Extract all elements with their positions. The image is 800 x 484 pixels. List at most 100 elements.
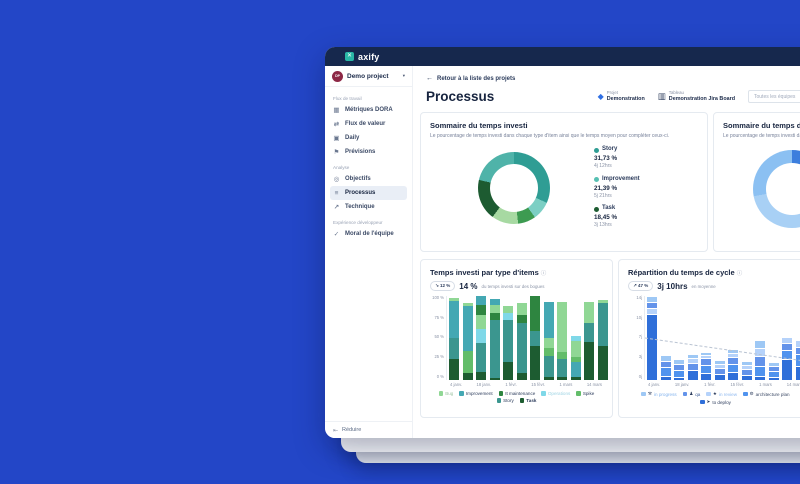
sidebar-item-processus[interactable]: ≡ Processus (330, 186, 407, 200)
bar-segment-improvement[interactable] (544, 302, 554, 338)
stacked-bar[interactable] (598, 296, 608, 380)
bar-segment-in_progress[interactable] (728, 350, 738, 353)
bar-segment-bug[interactable] (503, 306, 513, 313)
bar-segment-task[interactable] (584, 342, 594, 380)
bar-segment-spike[interactable] (557, 352, 567, 359)
stacked-bar[interactable] (715, 296, 725, 380)
stacked-bar[interactable] (647, 296, 657, 380)
bar-segment-improvement[interactable] (463, 306, 473, 351)
bar-segment-architecture_plan[interactable] (796, 355, 800, 366)
bar-segment-story[interactable] (530, 331, 540, 346)
bar-segment-improvement[interactable] (571, 362, 581, 377)
sidebar-item-metriques-dora[interactable]: ▦ Métriques DORA (330, 103, 407, 117)
bar-segment-task[interactable] (517, 373, 527, 380)
bar-segment-task[interactable] (598, 346, 608, 380)
team-filter-select[interactable]: Toutes les équipes ▾ (748, 90, 800, 103)
legend-item-architecture_plan[interactable]: ⚙architecture plan (743, 391, 790, 397)
bar-segment-task[interactable] (530, 346, 540, 380)
legend-item-task[interactable]: Task 18,45 % 3j 13hrs (594, 205, 640, 228)
bar-segment-in_progress[interactable] (661, 356, 671, 361)
invested-time-donut-chart[interactable] (478, 152, 550, 224)
bar-segment-in_review[interactable] (715, 365, 725, 368)
cycle-time-donut-chart[interactable] (753, 150, 800, 228)
bar-segment-in_progress[interactable] (674, 360, 684, 365)
stacked-bar[interactable] (755, 296, 765, 380)
bar-segment-to_deploy[interactable] (742, 376, 752, 380)
bar-segment-to_deploy[interactable] (715, 375, 725, 380)
bar-segment-qa[interactable] (782, 344, 792, 350)
project-meta[interactable]: ◆ Projet Demonstration (598, 90, 645, 102)
bar-segment-to_deploy[interactable] (688, 371, 698, 380)
bar-segment-architecture_plan[interactable] (782, 351, 792, 358)
stacked-bar[interactable] (688, 296, 698, 380)
sidebar-item-previsions[interactable]: ⚑ Prévisions (330, 145, 407, 159)
bar-segment-bug[interactable] (517, 303, 527, 315)
stacked-bar[interactable] (449, 296, 459, 380)
legend-item-improvement[interactable]: Improvement 21,39 % 5j 21hrs (594, 176, 640, 199)
stacked-bar[interactable] (674, 296, 684, 380)
bar-segment-in_review[interactable] (688, 359, 698, 363)
sidebar-item-flux-de-valeur[interactable]: ⇄ Flux de valeur (330, 117, 407, 131)
bar-segment-bug[interactable] (490, 305, 500, 313)
bar-segment-in_review[interactable] (796, 341, 800, 347)
bar-segment-qa[interactable] (701, 359, 711, 364)
sidebar-item-moral-de-lequipe[interactable]: ✓ Moral de l'équipe (330, 227, 407, 241)
bar-segment-task[interactable] (463, 373, 473, 380)
stacked-bar[interactable] (769, 296, 779, 380)
bar-segment-in_review[interactable] (742, 366, 752, 369)
bar-segment-task[interactable] (449, 359, 459, 380)
bar-segment-operations[interactable] (503, 313, 513, 320)
legend-item-bug[interactable]: Bug (439, 391, 454, 396)
bar-segment-architecture_plan[interactable] (674, 371, 684, 377)
bar-segment-qa[interactable] (647, 303, 657, 308)
stacked-bar[interactable] (728, 296, 738, 380)
bar-segment-in_review[interactable] (755, 349, 765, 356)
bar-segment-to_deploy[interactable] (782, 360, 792, 380)
bar-segment-task[interactable] (490, 378, 500, 380)
bar-segment-task[interactable] (571, 377, 581, 380)
back-to-projects-link[interactable]: ← Retour à la liste des projets (426, 75, 800, 82)
legend-item-it_maintenance[interactable]: It maintenance (499, 391, 536, 396)
legend-item-qa[interactable]: ♟qa (683, 391, 701, 397)
bar-segment-it_maintenance[interactable] (517, 315, 527, 323)
bar-segment-in_progress[interactable] (769, 363, 779, 367)
bar-segment-qa[interactable] (661, 362, 671, 367)
board-meta[interactable]: ▥ Tableau Demonstration Jira Board (658, 90, 735, 102)
bar-segment-qa[interactable] (796, 348, 800, 354)
bar-segment-improvement[interactable] (476, 296, 486, 305)
legend-item-in_review[interactable]: ★in review (706, 391, 737, 397)
bar-segment-improvement[interactable] (490, 299, 500, 306)
bar-segment-in_progress[interactable] (755, 341, 765, 348)
stacked-bar[interactable] (782, 296, 792, 380)
bar-segment-in_progress[interactable] (647, 297, 657, 302)
bar-segment-architecture_plan[interactable] (661, 368, 671, 376)
stacked-bar[interactable] (490, 296, 500, 380)
bar-segment-it_maintenance[interactable] (530, 296, 540, 331)
stacked-bar[interactable] (742, 296, 752, 380)
bar-segment-in_review[interactable] (647, 309, 657, 314)
bar-segment-to_deploy[interactable] (769, 378, 779, 380)
bar-segment-task[interactable] (557, 377, 567, 380)
bar-segment-bug[interactable] (584, 302, 594, 323)
legend-item-task[interactable]: Task (520, 398, 537, 403)
legend-item-spike[interactable]: Spike (576, 391, 594, 396)
bar-segment-improvement[interactable] (449, 301, 459, 338)
stacked-bar[interactable] (571, 296, 581, 380)
bar-segment-task[interactable] (544, 377, 554, 380)
bar-segment-qa[interactable] (769, 367, 779, 371)
bar-segment-in_progress[interactable] (715, 361, 725, 364)
bar-segment-qa[interactable] (715, 369, 725, 374)
bar-segment-architecture_plan[interactable] (755, 367, 765, 376)
bar-segment-qa[interactable] (755, 357, 765, 366)
legend-item-improvement[interactable]: Improvement (459, 391, 492, 396)
stacked-bar[interactable] (557, 296, 567, 380)
bar-segment-to_deploy[interactable] (755, 377, 765, 380)
stacked-bar[interactable] (517, 296, 527, 380)
bar-segment-bug[interactable] (544, 338, 554, 348)
stacked-bar[interactable] (503, 296, 513, 380)
legend-item-story[interactable]: Story 31,73 % 4j 12hrs (594, 146, 640, 169)
bar-segment-architecture_plan[interactable] (728, 365, 738, 372)
bar-segment-to_deploy[interactable] (796, 367, 800, 380)
bar-segment-in_progress[interactable] (688, 355, 698, 358)
bar-segment-bug[interactable] (557, 302, 567, 352)
